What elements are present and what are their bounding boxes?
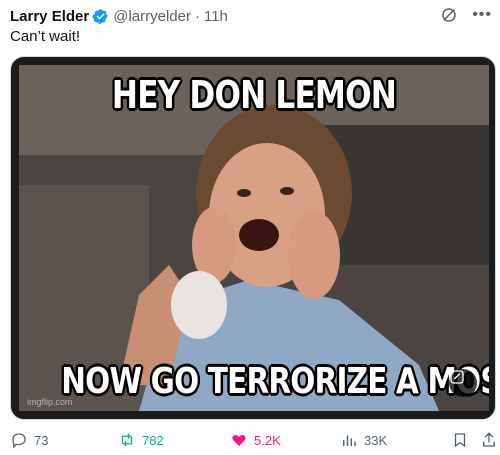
header-actions: ••• xyxy=(440,6,492,24)
reply-count: 73 xyxy=(34,432,49,448)
heart-icon xyxy=(232,435,246,446)
edit-image-button[interactable] xyxy=(449,369,477,397)
bookmark-button[interactable] xyxy=(451,430,469,450)
views-chart-icon xyxy=(343,435,356,446)
meme-top-caption: HEY DON LEMON xyxy=(111,73,397,117)
reply-icon xyxy=(12,433,26,449)
like-button[interactable]: 5.2K xyxy=(230,430,281,450)
timestamp[interactable]: 11h xyxy=(204,8,228,25)
verified-badge-icon xyxy=(92,8,108,24)
grok-icon[interactable] xyxy=(440,6,458,24)
reply-button[interactable]: 73 xyxy=(10,430,48,450)
views-button[interactable]: 33K xyxy=(340,430,387,450)
imgflip-watermark: imgflip.com xyxy=(27,397,73,407)
like-count: 5.2K xyxy=(254,432,281,448)
tweet-text: Can’t wait! xyxy=(10,28,81,45)
meme-bottom-caption: NOW GO TERRORIZE A MOSQUE xyxy=(61,361,489,402)
share-icon xyxy=(483,432,495,447)
share-button[interactable] xyxy=(480,430,498,450)
tweet-media[interactable]: HEY DON LEMON NOW GO TERRORIZE A MOSQUE … xyxy=(10,56,496,420)
repost-icon xyxy=(121,433,133,447)
author-handle[interactable]: @larryelder xyxy=(113,8,191,25)
bookmark-icon xyxy=(454,433,466,448)
tweet-header: Larry Elder @larryelder · 11h ••• xyxy=(10,6,492,26)
tweet-actions: 73 782 5.2K 33K xyxy=(10,430,495,450)
more-options-icon[interactable]: ••• xyxy=(472,6,492,24)
repost-button[interactable]: 782 xyxy=(118,430,164,450)
separator-dot: · xyxy=(194,7,200,25)
image-edit-icon xyxy=(450,370,464,384)
views-count: 33K xyxy=(364,432,388,448)
meme-image: HEY DON LEMON NOW GO TERRORIZE A MOSQUE … xyxy=(19,65,489,411)
author-name[interactable]: Larry Elder xyxy=(10,8,89,25)
repost-count: 782 xyxy=(142,432,164,448)
